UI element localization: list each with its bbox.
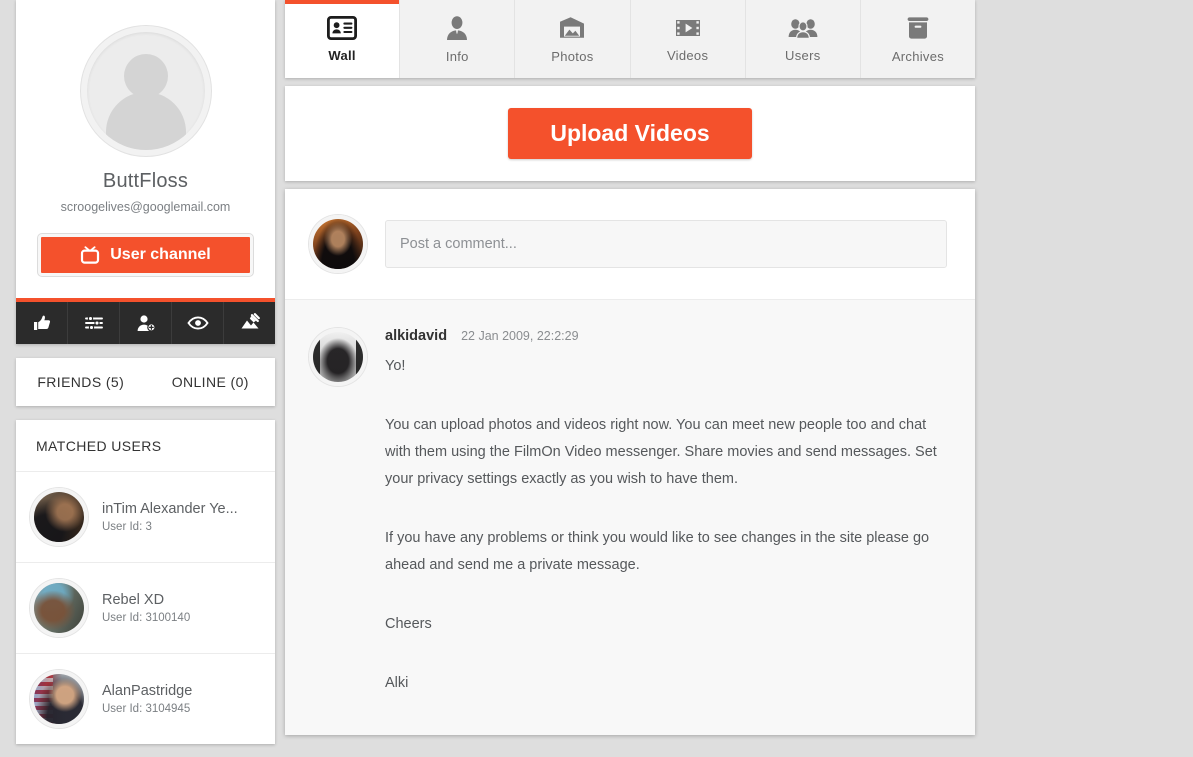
tab-info[interactable]: Info: [400, 0, 516, 78]
avatar: [30, 670, 88, 728]
photo-icon: [560, 16, 585, 38]
online-count[interactable]: ONLINE (0): [146, 374, 276, 390]
avatar: [80, 26, 211, 156]
tab-users-label: Users: [785, 47, 821, 63]
post-paragraph: If you have any problems or think you wo…: [385, 530, 930, 573]
list-item-name: inTim Alexander Ye...: [102, 501, 238, 517]
wall-panel: alkidavid 22 Jan 2009, 22:2:29 Yo! You c…: [285, 189, 975, 735]
list-item-name: AlanPastridge: [102, 683, 193, 699]
avatar-wrapper: [16, 26, 275, 156]
comment-composer: [285, 189, 975, 300]
archive-box-icon: [907, 16, 929, 39]
id-card-icon: [327, 15, 358, 40]
upload-videos-button[interactable]: Upload Videos: [508, 108, 752, 159]
thumbs-up-icon: [33, 315, 50, 330]
tab-videos-label: Videos: [666, 47, 709, 63]
tab-wall[interactable]: Wall: [285, 0, 401, 78]
post-paragraph: Cheers: [385, 616, 432, 632]
list-item[interactable]: inTim Alexander Ye... User Id: 3: [16, 472, 275, 563]
tab-bar: Wall Info Photos Videos Users Archives: [285, 0, 975, 78]
friends-summary-bar: FRIENDS (5) ONLINE (0): [16, 358, 275, 406]
add-user-icon: [137, 315, 156, 332]
list-item-id: User Id: 3104945: [102, 703, 191, 715]
avatar: [309, 215, 367, 273]
left-sidebar: ButtFloss scroogelives@googlemail.com Us…: [16, 0, 275, 744]
avatar-body-shape: [105, 92, 186, 150]
profile-page: ButtFloss scroogelives@googlemail.com Us…: [0, 0, 1193, 757]
wall-post: alkidavid 22 Jan 2009, 22:2:29 Yo! You c…: [285, 300, 975, 727]
tab-videos[interactable]: Videos: [631, 0, 746, 78]
post-body: alkidavid 22 Jan 2009, 22:2:29 Yo! You c…: [385, 328, 947, 697]
settings-sliders-icon: [84, 315, 103, 331]
friends-count[interactable]: FRIENDS (5): [16, 374, 146, 390]
user-channel-label: User channel: [110, 246, 211, 263]
avatar: [30, 488, 88, 546]
profile-card: ButtFloss scroogelives@googlemail.com Us…: [16, 0, 275, 344]
post-paragraph: Alki: [385, 675, 409, 691]
views-button[interactable]: [172, 302, 224, 344]
photo-edit-icon: [241, 313, 260, 329]
list-item-name: Rebel XD: [102, 592, 165, 608]
post-author: alkidavid: [385, 328, 448, 344]
thumbs-up-button[interactable]: [16, 302, 68, 344]
profile-action-bar: [16, 298, 275, 344]
users-icon: [788, 18, 818, 39]
page-title: ButtFloss: [102, 170, 189, 192]
list-item[interactable]: Rebel XD User Id: 3100140: [16, 563, 275, 654]
post-timestamp: 22 Jan 2009, 22:2:29: [461, 329, 579, 343]
add-friend-button[interactable]: [120, 302, 172, 344]
tab-users[interactable]: Users: [746, 0, 861, 78]
tab-photos-label: Photos: [551, 48, 594, 64]
user-channel-button[interactable]: User channel: [38, 234, 253, 276]
tab-archives-label: Archives: [891, 48, 945, 64]
post-paragraph: You can upload photos and videos right n…: [385, 417, 937, 487]
tab-info-label: Info: [445, 48, 469, 64]
list-item-id: User Id: 3100140: [102, 612, 191, 624]
settings-button[interactable]: [68, 302, 120, 344]
list-item-id: User Id: 3: [102, 521, 152, 533]
edit-photo-button[interactable]: [224, 302, 275, 344]
person-icon: [447, 15, 468, 40]
list-item[interactable]: AlanPastridge User Id: 3104945: [16, 654, 275, 744]
comment-input[interactable]: [385, 220, 947, 268]
film-play-icon: [675, 19, 700, 36]
matched-users-title: MATCHED USERS: [16, 420, 275, 472]
tab-wall-label: Wall: [328, 47, 356, 63]
tab-archives[interactable]: Archives: [861, 0, 975, 78]
avatar: [309, 328, 367, 386]
tab-photos[interactable]: Photos: [515, 0, 631, 78]
eye-icon: [186, 316, 209, 330]
avatar: [30, 579, 88, 637]
main-column: Wall Info Photos Videos Users Archives U…: [285, 0, 975, 735]
post-header: alkidavid 22 Jan 2009, 22:2:29: [385, 328, 947, 344]
tv-icon: [81, 246, 100, 264]
post-paragraph: Yo!: [385, 358, 406, 374]
profile-email: scroogelives@googlemail.com: [60, 200, 231, 214]
matched-users-card: MATCHED USERS inTim Alexander Ye... User…: [16, 420, 275, 744]
upload-panel: Upload Videos: [285, 86, 975, 181]
